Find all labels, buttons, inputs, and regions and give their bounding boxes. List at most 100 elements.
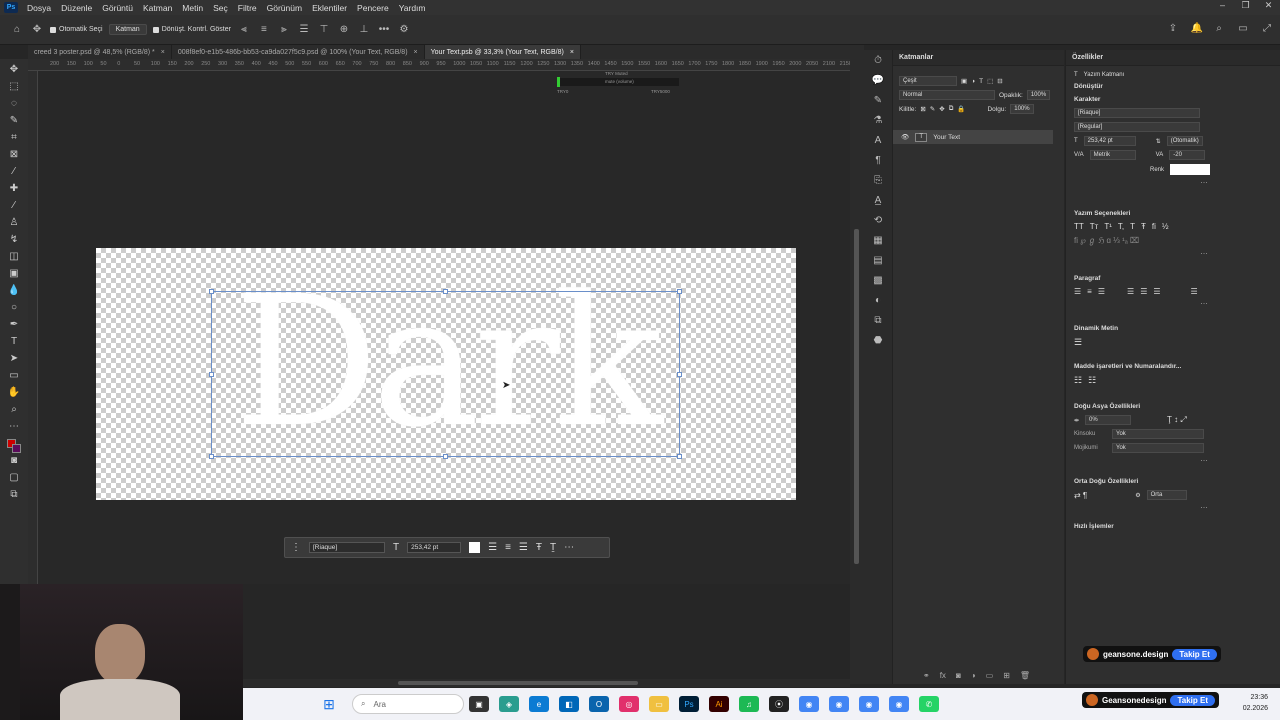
auto-select-target-dropdown[interactable]: Katman (108, 24, 147, 35)
layer-row[interactable]: 👁 T Your Text (893, 130, 1053, 144)
section-character[interactable]: Karakter (1066, 93, 1280, 106)
filter-shape-icon[interactable]: ⬚ (987, 77, 993, 85)
adjustment-layer-icon[interactable]: ◑ (971, 671, 976, 680)
tab-close-icon[interactable]: × (570, 49, 574, 56)
menu-gorunum[interactable]: Görünüm (262, 3, 307, 13)
subscript-icon[interactable]: T, (1118, 222, 1124, 231)
layer-name[interactable]: Your Text (933, 134, 960, 141)
lasso-tool-icon[interactable]: ◌ (5, 96, 23, 112)
brush-tool-icon[interactable]: ∕ (5, 198, 23, 214)
share-icon[interactable]: ⇪ (1166, 23, 1180, 34)
fraction-icon[interactable]: ½ (1162, 222, 1169, 231)
windows-start-icon[interactable]: ⊞ (319, 696, 339, 712)
section-east-asian[interactable]: Doğu Asya Özellikleri (1066, 400, 1280, 413)
section-dynamic-text[interactable]: Dinamik Metin (1066, 322, 1280, 335)
instagram-icon[interactable]: ◎ (619, 696, 639, 712)
store-icon[interactable]: ◧ (559, 696, 579, 712)
libraries-icon[interactable]: ⧉ (874, 315, 881, 326)
adjustments-icon[interactable]: ⚗ (874, 115, 883, 126)
drag-handle-icon[interactable]: ⋮ (291, 542, 301, 553)
glyphs-icon[interactable]: ⎘ (874, 175, 882, 186)
group-icon[interactable]: ▭ (986, 671, 994, 680)
transform-handle[interactable] (443, 289, 448, 294)
visibility-eye-icon[interactable]: 👁 (901, 133, 909, 141)
path-select-tool-icon[interactable]: ➤ (5, 351, 23, 367)
align-left-icon[interactable]: ☰ (1074, 287, 1081, 296)
frame-tool-icon[interactable]: ⊠ (5, 147, 23, 163)
lock-artboard-icon[interactable]: ⧉ (949, 105, 954, 113)
section-middle-east[interactable]: Orta Doğu Özellikleri (1066, 475, 1280, 488)
menu-filtre[interactable]: Filtre (233, 3, 262, 13)
settings-gear-icon[interactable]: ⚙ (397, 24, 411, 35)
all-caps-icon[interactable]: TT (1074, 222, 1084, 231)
more-options-icon[interactable]: … (1066, 502, 1280, 510)
align-center-icon[interactable]: ≡ (1087, 287, 1092, 296)
menu-katman[interactable]: Katman (138, 3, 177, 13)
lock-image-icon[interactable]: ✎ (930, 105, 935, 113)
more-options-icon[interactable]: … (1066, 248, 1280, 256)
mask-icon[interactable]: ◙ (956, 671, 961, 680)
vertical-scrollbar[interactable] (850, 59, 864, 684)
chrome-icon[interactable]: ◉ (889, 696, 909, 712)
follow-button[interactable]: Takip Et (1170, 694, 1215, 706)
edge-icon[interactable]: e (529, 696, 549, 712)
brush-settings-icon[interactable]: ✎ (874, 95, 882, 106)
new-layer-icon[interactable]: ⊞ (1003, 671, 1010, 680)
more-options-icon[interactable]: … (1066, 177, 1280, 185)
pen-tool-icon[interactable]: ✒ (5, 317, 23, 333)
patterns-icon[interactable]: ▩ (873, 275, 882, 286)
system-clock[interactable]: 23:36 02.2026 (1243, 692, 1268, 714)
strikethrough-icon[interactable]: Ŧ (1141, 222, 1146, 231)
align-right-icon[interactable]: ☰ (1098, 287, 1105, 296)
direction-icon[interactable]: ⇄ ¶ (1074, 491, 1087, 500)
ligature-icon[interactable]: fi (1152, 222, 1156, 231)
menu-eklentiler[interactable]: Eklentiler (307, 3, 352, 13)
tab-creed-poster[interactable]: creed 3 poster.psd @ 48,5% (RGB/8) * × (28, 45, 172, 59)
align-left-icon[interactable]: ⫷ (237, 24, 251, 35)
fill-field[interactable]: 100% (1010, 104, 1034, 114)
menu-dosya[interactable]: Dosya (22, 3, 56, 13)
transform-handle[interactable] (677, 289, 682, 294)
transform-handle[interactable] (209, 372, 214, 377)
justify-right-icon[interactable]: ☰ (1153, 287, 1160, 296)
more-options-icon[interactable]: … (1066, 455, 1280, 463)
move-tool-icon[interactable]: ✥ (30, 24, 44, 35)
paragraph-icon[interactable]: ¶ (875, 155, 880, 166)
layer-filter-dropdown[interactable]: Çeşit (899, 76, 957, 86)
healing-tool-icon[interactable]: ✚ (5, 181, 23, 197)
blend-mode-dropdown[interactable]: Normal (899, 90, 995, 100)
lock-transparent-icon[interactable]: ⊠ (920, 105, 925, 113)
menu-goruntu[interactable]: Görüntü (97, 3, 138, 13)
filter-pixel-icon[interactable]: ▣ (961, 77, 967, 85)
filter-smart-icon[interactable]: ⊟ (997, 77, 1002, 85)
shapes-icon[interactable]: ⬣ (874, 335, 883, 346)
superscript-icon[interactable]: T¹ (1104, 222, 1112, 231)
opacity-field[interactable]: 100% (1026, 90, 1051, 100)
scrollbar-thumb[interactable] (854, 229, 859, 564)
chrome-icon[interactable]: ◉ (799, 696, 819, 712)
eyedropper-tool-icon[interactable]: ⁄ (5, 164, 23, 180)
github-icon[interactable]: ⦿ (769, 696, 789, 712)
workspace-icon[interactable]: ▭ (1236, 23, 1250, 34)
transform-handle[interactable] (209, 454, 214, 459)
underline-icon[interactable]: T (1130, 222, 1135, 231)
auto-select-checkbox[interactable]: Otomatik Seçi (50, 26, 103, 33)
align-left-icon[interactable]: ☰ (488, 542, 497, 553)
section-quick-actions[interactable]: Hızlı İşlemler (1066, 520, 1280, 533)
align-center-icon[interactable]: ≡ (257, 24, 271, 35)
eraser-tool-icon[interactable]: ◫ (5, 249, 23, 265)
filter-type-icon[interactable]: T (979, 78, 983, 85)
text-color-swatch[interactable] (469, 542, 481, 553)
3d-icon[interactable]: ⟲ (874, 215, 882, 226)
tate-chu-yoko-icon[interactable]: Ţ ↕ ⤢ (1167, 415, 1187, 425)
follow-button[interactable]: Takip Et (1172, 648, 1217, 660)
artboard-icon[interactable]: ⧉ (5, 487, 23, 503)
tsume-field[interactable]: 0% (1085, 415, 1132, 425)
font-style-dropdown[interactable]: [Regular] (1074, 122, 1200, 132)
font-size-field[interactable]: 253,42 pt (1083, 136, 1136, 146)
font-family-dropdown[interactable]: [Riaque] (1074, 108, 1200, 118)
photoshop-taskbar-icon[interactable]: Ps (679, 696, 699, 712)
expand-icon[interactable]: ⤢ (1260, 23, 1274, 34)
character-styles-icon[interactable]: A̲ (875, 195, 882, 206)
transform-controls-checkbox[interactable]: Dönüşt. Kontrl. Göster (152, 26, 231, 33)
